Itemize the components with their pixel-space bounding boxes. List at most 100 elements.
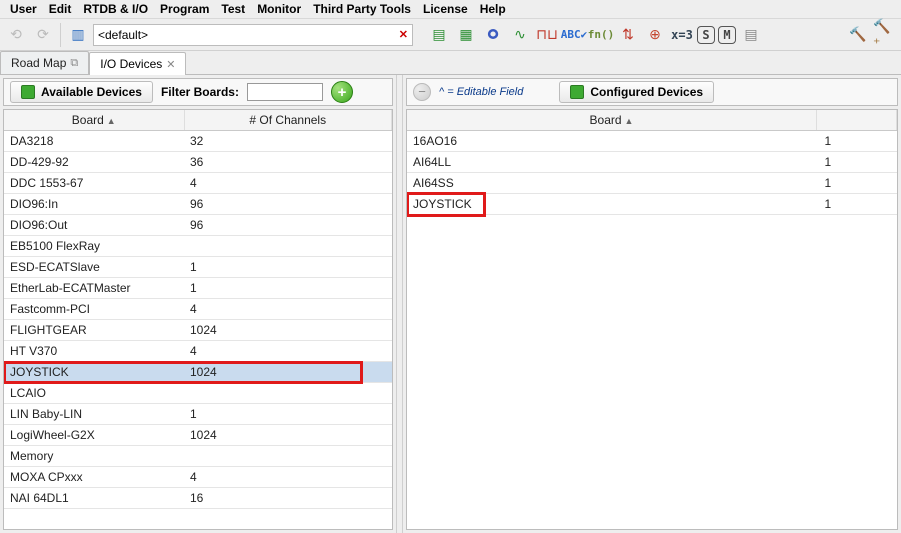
available-devices-button[interactable]: Available Devices <box>10 81 153 103</box>
tool-files-icon[interactable]: ▦ <box>454 23 478 47</box>
table-row[interactable]: NAI 64DL116 <box>4 488 392 509</box>
col-board[interactable]: Board▲ <box>4 110 184 131</box>
tool-db-icon[interactable]: 🞉 <box>481 23 505 47</box>
menu-user[interactable]: User <box>4 2 43 16</box>
table-row[interactable]: LIN Baby-LIN1 <box>4 404 392 425</box>
configured-devices-button[interactable]: Configured Devices <box>559 81 714 103</box>
cell-board: MOXA CPxxx <box>4 467 184 488</box>
tab-iodevices[interactable]: I/O Devices ✕ <box>89 52 186 75</box>
project-combo-clear-icon[interactable]: ✕ <box>399 28 408 41</box>
table-row[interactable]: 16AO161 <box>407 131 897 152</box>
table-row[interactable]: MOXA CPxxx4 <box>4 467 392 488</box>
cell-board: LCAIO <box>4 383 184 404</box>
tab-roadmap[interactable]: Road Map ⧉ <box>0 51 89 74</box>
table-row[interactable]: LogiWheel-G2X1024 <box>4 425 392 446</box>
tool-m-icon[interactable]: M <box>718 26 736 44</box>
add-board-button[interactable]: + <box>331 81 353 103</box>
configured-table: Board▲ 16AO161AI64LL1AI64SS1JOYSTICK1 <box>407 110 897 215</box>
table-row[interactable]: DA321832 <box>4 131 392 152</box>
tool-layers-icon[interactable]: ▤ <box>739 23 763 47</box>
filter-input[interactable] <box>247 83 323 101</box>
table-row[interactable]: DDC 1553-674 <box>4 173 392 194</box>
cell-count: 1 <box>817 194 897 215</box>
cell-board: DD-429-92 <box>4 152 184 173</box>
project-combo[interactable]: <default> ✕ <box>93 24 413 46</box>
devices-icon <box>570 85 584 99</box>
project-combo-value: <default> <box>98 28 148 42</box>
cell-channels <box>184 236 392 257</box>
cell-channels: 1 <box>184 404 392 425</box>
cell-board: AI64LL <box>407 152 817 173</box>
cell-board: EB5100 FlexRay <box>4 236 184 257</box>
cell-board: JOYSTICK <box>4 362 184 383</box>
menu-program[interactable]: Program <box>154 2 215 16</box>
menu-license[interactable]: License <box>417 2 474 16</box>
cell-channels: 96 <box>184 194 392 215</box>
toolbar: ⟲ ⟳ ▥ <default> ✕ ▤ ▦ 🞉 ∿ ⊓⊔ ABC✔ fn() ⇅… <box>0 19 901 51</box>
hammer-icon[interactable]: 🔨 <box>846 23 870 47</box>
table-row[interactable]: DIO96:Out96 <box>4 215 392 236</box>
table-row[interactable]: EtherLab-ECATMaster1 <box>4 278 392 299</box>
tool-signal1-icon[interactable]: ⊓⊔ <box>535 23 559 47</box>
table-row[interactable]: JOYSTICK1 <box>407 194 897 215</box>
cell-channels <box>184 446 392 467</box>
cell-channels: 4 <box>184 467 392 488</box>
cell-board: ESD-ECATSlave <box>4 257 184 278</box>
tool-s-icon[interactable]: S <box>697 26 715 44</box>
table-row[interactable]: EB5100 FlexRay <box>4 236 392 257</box>
table-row[interactable]: AI64LL1 <box>407 152 897 173</box>
cell-channels: 4 <box>184 173 392 194</box>
cell-board: DA3218 <box>4 131 184 152</box>
nav-back-button[interactable]: ⟲ <box>4 23 28 47</box>
menu-help[interactable]: Help <box>474 2 512 16</box>
cell-channels: 36 <box>184 152 392 173</box>
tool-fn-icon[interactable]: fn() <box>589 23 613 47</box>
tool-signal2-icon[interactable]: ⇅ <box>616 23 640 47</box>
tool-monitor-icon[interactable]: ▤ <box>427 23 451 47</box>
table-row[interactable]: LCAIO <box>4 383 392 404</box>
tab-roadmap-label: Road Map <box>11 56 66 70</box>
cell-board: LIN Baby-LIN <box>4 404 184 425</box>
tool-bus-icon[interactable]: ⊕ <box>643 23 667 47</box>
hammer-star-icon[interactable]: 🔨⁺ <box>873 23 897 47</box>
menu-3p[interactable]: Third Party Tools <box>307 2 417 16</box>
tab-roadmap-popout-icon[interactable]: ⧉ <box>70 57 78 70</box>
table-row[interactable]: DIO96:In96 <box>4 194 392 215</box>
menu-test[interactable]: Test <box>215 2 251 16</box>
col-count-right[interactable] <box>817 110 897 131</box>
col-channels-label: # Of Channels <box>249 113 326 127</box>
table-row[interactable]: ESD-ECATSlave1 <box>4 257 392 278</box>
tab-iodevices-close-icon[interactable]: ✕ <box>166 58 175 71</box>
table-row[interactable]: JOYSTICK1024 <box>4 362 392 383</box>
col-channels[interactable]: # Of Channels <box>184 110 392 131</box>
configured-table-wrap[interactable]: Board▲ 16AO161AI64LL1AI64SS1JOYSTICK1 <box>406 109 898 530</box>
cell-board: Fastcomm-PCI <box>4 299 184 320</box>
table-row[interactable]: Memory <box>4 446 392 467</box>
cell-channels: 1024 <box>184 320 392 341</box>
col-board-right[interactable]: Board▲ <box>407 110 817 131</box>
tab-bar: Road Map ⧉ I/O Devices ✕ <box>0 51 901 75</box>
col-board-right-label: Board <box>590 113 622 127</box>
menu-bar: User Edit RTDB & I/O Program Test Monito… <box>0 0 901 19</box>
menu-edit[interactable]: Edit <box>43 2 78 16</box>
cell-board: DDC 1553-67 <box>4 173 184 194</box>
menu-rtdb[interactable]: RTDB & I/O <box>77 2 154 16</box>
cell-board: EtherLab-ECATMaster <box>4 278 184 299</box>
tool-wave-icon[interactable]: ∿ <box>508 23 532 47</box>
table-row[interactable]: Fastcomm-PCI4 <box>4 299 392 320</box>
available-table-wrap[interactable]: Board▲ # Of Channels DA321832DD-429-9236… <box>3 109 393 530</box>
sort-asc-icon: ▲ <box>107 116 116 126</box>
remove-board-button[interactable]: − <box>413 83 431 101</box>
open-map-icon[interactable]: ▥ <box>66 23 90 47</box>
tab-iodevices-label: I/O Devices <box>100 57 162 71</box>
menu-monitor[interactable]: Monitor <box>251 2 307 16</box>
table-row[interactable]: AI64SS1 <box>407 173 897 194</box>
cell-channels: 96 <box>184 215 392 236</box>
tool-abc-icon[interactable]: ABC✔ <box>562 23 586 47</box>
tool-x3-icon[interactable]: x=3 <box>670 23 694 47</box>
splitter-handle[interactable] <box>396 75 403 533</box>
table-row[interactable]: FLIGHTGEAR1024 <box>4 320 392 341</box>
nav-forward-button[interactable]: ⟳ <box>31 23 55 47</box>
table-row[interactable]: DD-429-9236 <box>4 152 392 173</box>
table-row[interactable]: HT V3704 <box>4 341 392 362</box>
